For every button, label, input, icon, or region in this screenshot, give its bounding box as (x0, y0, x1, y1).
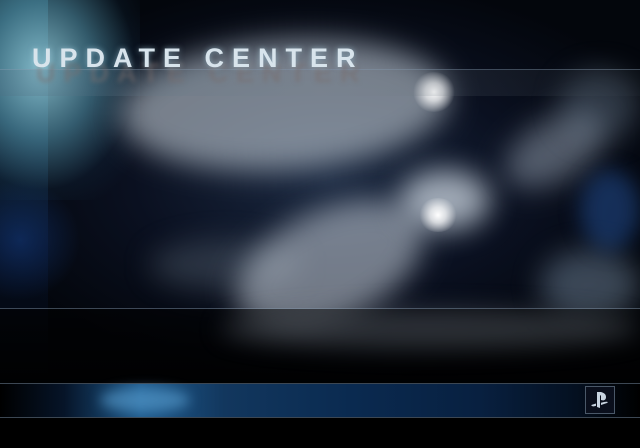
divider-line (0, 308, 640, 309)
bottom-blue-strip (0, 384, 640, 417)
left-blue-glow (0, 180, 80, 300)
lower-haze (220, 309, 640, 349)
page-title: UPDATE CENTER (32, 43, 364, 73)
right-blue-glow (580, 170, 640, 250)
lens-flare (418, 198, 458, 232)
footer-bar (0, 418, 640, 448)
playstation-logo-icon (591, 392, 608, 408)
bottom-strip-glow (100, 388, 190, 412)
divider-line (0, 383, 640, 384)
lower-dark-band (0, 309, 640, 383)
left-cyan-glow (0, 0, 140, 200)
playstation-logo-icon (585, 386, 615, 414)
update-center-screen: UPDATE CENTER UPDATE CENTER (0, 0, 640, 448)
divider-line (0, 417, 640, 418)
